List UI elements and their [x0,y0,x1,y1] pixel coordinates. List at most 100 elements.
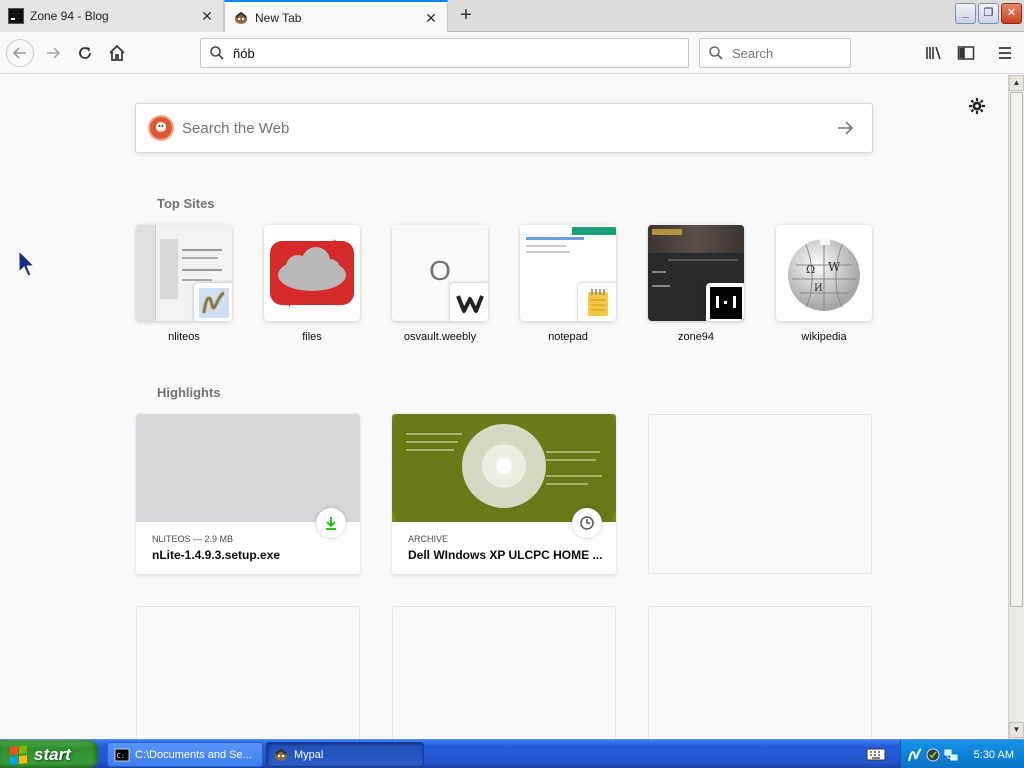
cd-disc-preview [392,414,616,522]
highlight-meta: NLITEOS — 2.9 MB [152,534,234,544]
download-icon [316,508,346,538]
svg-text:W: W [828,260,841,274]
top-site-nliteos[interactable]: nliteos [136,225,232,343]
highlight-card-dell-xp[interactable]: ARCHIVE Dell WIndows XP ULCPC HOME ... [392,414,616,574]
site-thumbnail [648,225,744,321]
tab-title: Zone 94 - Blog [30,9,109,23]
web-search-box[interactable]: Search the Web [135,103,873,153]
command-prompt-icon: C: [114,748,130,761]
restore-button[interactable]: ❐ [978,3,999,24]
terminal-icon [706,283,744,321]
highlight-card-nlite[interactable]: NLITEOS — 2.9 MB nLite-1.4.9.3.setup.exe [136,414,360,574]
security-shield-icon[interactable] [925,747,941,763]
mouse-cursor-icon [18,250,36,277]
highlight-placeholder [392,606,616,739]
windows-taskbar: start C: C:\Documents and Se... Mypal 5:… [0,739,1024,768]
terminal-icon [8,8,24,24]
top-site-osvault-weebly[interactable]: O osvault.weebly [392,225,488,343]
highlight-title: nLite-1.4.9.3.setup.exe [152,548,281,562]
search-placeholder[interactable]: Search [732,46,773,61]
mypal-icon [275,748,287,761]
tab-title: New Tab [255,10,302,25]
start-label: start [34,744,71,764]
svg-text:C:: C: [117,752,125,760]
duckduckgo-logo-icon [148,115,174,141]
arrow-right-icon[interactable] [830,120,860,136]
scroll-down-arrow-icon[interactable]: ▼ [1009,722,1024,738]
top-site-notepad[interactable]: notepad [520,225,616,343]
weebly-logo-icon [450,283,488,321]
back-arrow-icon [12,47,26,59]
library-button[interactable] [923,42,945,64]
navigation-toolbar: ñób Search [0,32,1024,74]
svg-text:И: И [814,283,823,294]
site-thumbnail [136,225,232,321]
site-thumbnail: O [392,225,488,321]
scroll-up-arrow-icon[interactable]: ▲ [1009,75,1024,91]
home-icon [109,44,125,61]
site-label: files [302,331,322,343]
forward-button[interactable] [40,40,66,66]
tab-new-tab[interactable]: New Tab ✕ [224,0,448,33]
svg-text:Ω: Ω [806,263,815,276]
top-site-zone94[interactable]: zone94 [648,225,744,343]
reload-button[interactable] [72,40,98,66]
top-sites-heading: Top Sites [157,196,215,211]
gear-icon [969,98,985,114]
site-label: notepad [548,331,588,343]
taskbar-button-label: Mypal [294,748,324,761]
back-button[interactable] [6,39,34,67]
site-label: nliteos [168,331,200,343]
system-clock: 5:30 AM [973,748,1014,761]
highlight-title: Dell WIndows XP ULCPC HOME ... [408,548,603,562]
close-icon[interactable]: ✕ [199,8,215,24]
new-tab-button[interactable]: + [454,4,478,28]
home-button[interactable] [104,40,130,66]
site-label: osvault.weebly [403,331,477,343]
highlight-placeholder [648,606,872,739]
tab-zone94-blog[interactable]: Zone 94 - Blog ✕ [0,0,224,32]
menu-button[interactable] [994,42,1016,64]
nlite-tray-icon[interactable] [907,747,923,763]
highlights-heading: Highlights [157,385,221,400]
taskbar-button-mypal[interactable]: Mypal [266,742,424,767]
site-label: wikipedia [801,331,847,343]
close-window-button[interactable]: ✕ [1001,3,1022,24]
site-thumbnail [520,225,616,321]
highlight-preview [136,414,360,522]
sidebar-button[interactable] [955,42,977,64]
close-icon[interactable]: ✕ [423,10,439,26]
tab-strip: Zone 94 - Blog ✕ New Tab ✕ + _ ❐ ✕ [0,0,1024,33]
library-icon [926,46,941,60]
mypal-icon [235,11,247,24]
top-site-wikipedia[interactable]: Ω W И wikipedia [776,225,872,343]
start-button[interactable]: start [0,740,98,768]
site-label: zone94 [677,331,715,343]
url-bar[interactable]: ñób [200,38,689,68]
search-bar[interactable]: Search [699,38,851,68]
vertical-scrollbar[interactable]: ▲ ▼ [1008,75,1024,739]
keyboard-language-icon[interactable] [866,746,886,762]
network-connection-icon[interactable] [943,747,959,763]
highlight-meta: ARCHIVE [408,534,449,544]
forward-arrow-icon [47,47,61,59]
reload-icon [79,47,91,59]
system-tray: 5:30 AM [900,740,1024,768]
settings-gear-button[interactable] [965,94,989,118]
search-icon [210,46,224,60]
url-text[interactable]: ñób [233,46,255,61]
cloud-sync-logo-icon [264,225,360,321]
clock-icon [572,508,602,538]
scroll-thumb[interactable] [1010,92,1023,607]
notepad-icon [578,283,616,321]
minimize-button[interactable]: _ [955,3,976,24]
windows-flag-icon [10,744,28,765]
highlight-placeholder [648,414,872,574]
taskbar-button-label: C:\Documents and Se... [135,748,252,761]
top-site-files[interactable]: files [264,225,360,343]
nlite-logo-icon [194,283,232,321]
web-search-placeholder[interactable]: Search the Web [182,120,830,137]
highlight-placeholder [136,606,360,739]
hamburger-menu-icon [999,47,1011,59]
taskbar-button-cmd[interactable]: C: C:\Documents and Se... [107,742,263,767]
